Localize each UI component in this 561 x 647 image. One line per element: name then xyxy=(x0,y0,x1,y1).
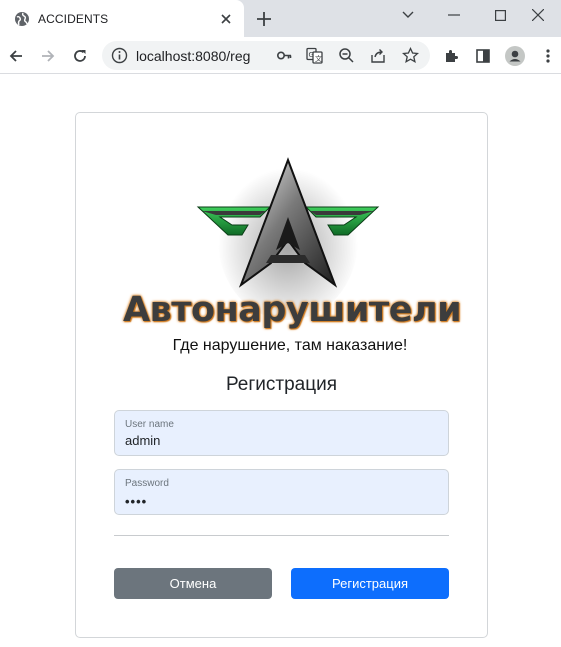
logo-brand-text: Автонарушители xyxy=(123,290,462,330)
username-label: User name xyxy=(125,419,174,430)
tab-search-chevron-icon[interactable] xyxy=(385,0,431,30)
username-input[interactable] xyxy=(125,433,425,448)
register-button[interactable]: Регистрация xyxy=(291,568,449,599)
share-icon[interactable] xyxy=(370,47,387,64)
key-icon[interactable] xyxy=(276,47,293,64)
cancel-button[interactable]: Отмена xyxy=(114,568,272,599)
svg-text:文: 文 xyxy=(315,54,322,63)
zoom-out-icon[interactable] xyxy=(338,47,355,64)
form-title: Регистрация xyxy=(225,374,338,395)
username-field[interactable]: User name xyxy=(114,410,449,456)
logo-slogan: Где нарушение, там наказание! xyxy=(172,337,408,354)
star-icon[interactable] xyxy=(402,47,419,64)
password-input[interactable]: •••• xyxy=(125,494,147,509)
info-icon[interactable] xyxy=(111,47,128,64)
browser-toolbar: localhost:8080/reg G 文 xyxy=(0,37,561,74)
close-window-icon[interactable] xyxy=(515,0,561,30)
translate-icon[interactable]: G 文 xyxy=(306,47,323,64)
reload-icon[interactable] xyxy=(70,46,90,66)
close-tab-icon[interactable] xyxy=(218,11,234,27)
password-field[interactable]: Password •••• xyxy=(114,469,449,515)
forward-arrow-icon[interactable] xyxy=(38,46,58,66)
plus-icon[interactable] xyxy=(255,10,273,28)
tab-strip: ACCIDENTS xyxy=(0,0,561,37)
globe-icon xyxy=(15,12,29,26)
password-label: Password xyxy=(125,478,169,489)
side-panel-icon[interactable] xyxy=(473,46,493,66)
address-bar[interactable]: localhost:8080/reg G 文 xyxy=(102,41,430,70)
more-menu-icon[interactable] xyxy=(538,46,558,66)
tab-title: ACCIDENTS xyxy=(38,12,109,26)
minimize-icon[interactable] xyxy=(431,0,477,30)
extensions-icon[interactable] xyxy=(441,46,461,66)
form-divider xyxy=(114,535,449,536)
back-arrow-icon[interactable] xyxy=(6,46,26,66)
profile-icon[interactable] xyxy=(505,46,525,66)
browser-tab[interactable]: ACCIDENTS xyxy=(0,0,244,37)
url-text[interactable]: localhost:8080/reg xyxy=(136,48,250,64)
svg-text:G: G xyxy=(309,51,314,59)
